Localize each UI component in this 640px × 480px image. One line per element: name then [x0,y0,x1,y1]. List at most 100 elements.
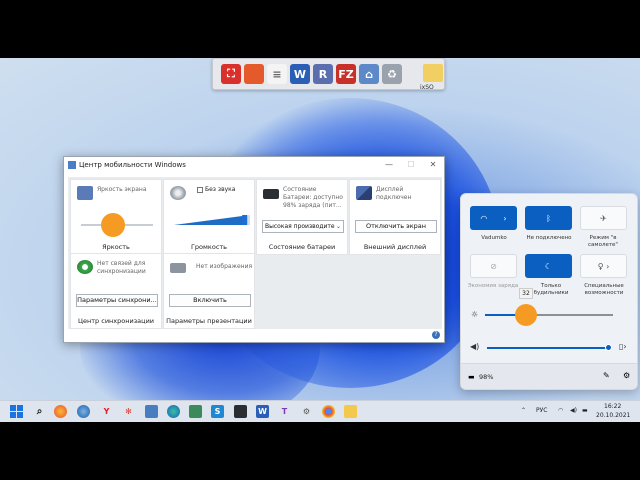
language-indicator[interactable]: РУС [536,407,547,414]
monitor-icon [77,186,93,200]
battery-saver-icon: ⊘ [490,261,497,271]
airplane-toggle[interactable]: ✈ [580,206,627,230]
enable-presentation-button[interactable]: Включить [169,294,251,307]
moon-icon: ☾ [544,261,553,271]
folder-label: ixSO [420,84,434,91]
skype-icon[interactable]: S [211,405,224,418]
wifi-toggle[interactable]: ◠ › [470,206,517,230]
projector-icon [170,263,186,273]
brightness-slider-thumb[interactable] [514,304,537,326]
external-display-icon [356,186,372,200]
wifi-icon: ◠ [480,213,488,223]
help-icon[interactable]: ? [432,331,440,339]
mobility-center-icon [68,160,76,169]
accessibility-label: Специальные возможности [584,283,624,296]
app-icon[interactable]: ✻ [122,405,135,418]
accessibility-toggle[interactable]: ♀ › [580,254,627,278]
screenshot-icon[interactable]: ⛶ [221,64,241,84]
volume-slider[interactable] [487,347,611,349]
presentation-tile: Нет изображения Включить Параметры презе… [163,253,255,329]
pin-icon[interactable]: T [278,405,291,418]
brightness-tile: Яркость экрана Яркость [70,179,162,255]
brightness-caption: Яркость [102,243,130,251]
settings-app-icon[interactable]: ⚙ [300,405,313,418]
wifi-label: Vadumko [481,235,507,241]
chevron-down-icon: ⌄ [335,223,341,230]
presentation-header: Нет изображения [196,263,253,270]
mute-label: Без звука [205,186,236,193]
speaker-icon [170,186,186,200]
power-plan-select[interactable]: Высокая производите ⌄ [262,220,344,233]
minimize-button[interactable]: — [378,160,400,169]
mute-checkbox[interactable]: Без звука [197,186,235,194]
word-icon[interactable]: W [256,405,269,418]
firefox-icon[interactable] [54,405,67,418]
battery-saver-toggle[interactable]: ⊘ [470,254,517,278]
brightness-tooltip: 32 [518,288,533,299]
calculator-icon[interactable] [145,405,158,418]
battery-icon: ▬ [468,373,475,381]
brightness-header: Яркость экрана [97,186,147,193]
folder-icon[interactable] [423,64,443,82]
search-icon[interactable]: ⌕ [33,405,46,418]
taskbar: ⌕ Y ✻ S W T ⚙ ⌃ РУС ◠ ◀) ▬ 16:22 20.10.2… [0,400,640,422]
battery-icon[interactable]: ▬ [582,407,588,414]
recycle-bin-icon[interactable]: ♻ [382,64,402,84]
display-tile: Дисплей подключен Отключить экран Внешни… [349,179,441,255]
speaker-icon[interactable]: ◀) [470,342,479,351]
mobility-tiles: Яркость экрана Яркость Без звука Громкос… [68,177,442,329]
brightness-slider[interactable] [485,314,613,316]
chevron-right-icon[interactable]: › [503,214,506,223]
chrome-icon[interactable] [322,405,335,418]
edge-icon[interactable] [167,405,180,418]
volume-tile: Без звука Громкость [163,179,255,255]
explorer-icon[interactable] [344,405,357,418]
battery-icon [263,189,279,199]
clock-time[interactable]: 16:22 [604,403,621,410]
volume-slider[interactable] [174,215,250,225]
battery-tile: Состояние Батареи: доступно 98% заряда (… [256,179,348,255]
sun-icon: ☼ [471,310,479,319]
wifi-icon[interactable]: ◠ [558,407,563,414]
battery-header: Состояние Батареи: доступно 98% заряда (… [283,186,343,209]
window-title: Центр мобильности Windows [79,160,186,169]
sync-settings-button[interactable]: Параметры синхрони... [76,294,158,307]
filezilla-icon[interactable]: FZ [336,64,356,84]
sync-header: Нет связей для синхронизации [97,260,146,275]
volume-caption: Громкость [190,243,228,251]
desktop: ⛶ ≡ W R FZ ⌂ ♻ ixSO Центр мобильности Windows … [0,58,640,422]
gear-icon[interactable]: ⚙ [623,371,630,380]
close-button[interactable]: ✕ [422,160,444,169]
document-icon[interactable]: ≡ [267,64,287,84]
paint-icon[interactable] [244,64,264,84]
yandex-icon[interactable]: Y [100,405,113,418]
map-icon[interactable] [189,405,202,418]
accessibility-icon: ♀ › [597,261,610,271]
browser-icon[interactable] [77,405,90,418]
home-icon[interactable]: ⌂ [359,64,379,84]
brightness-slider-thumb[interactable] [101,213,126,237]
sync-tile: Нет связей для синхронизации Параметры с… [70,253,162,329]
chevron-up-icon[interactable]: ⌃ [521,407,526,414]
mobility-center-window: Центр мобильности Windows — ☐ ✕ Яркость … [63,156,445,343]
quick-settings-footer: ▬ 98% ✎ ⚙ [461,363,637,389]
disconnect-display-button[interactable]: Отключить экран [355,220,437,233]
bluetooth-toggle[interactable]: ᛒ [525,206,572,230]
display-header: Дисплей подключен [376,186,412,201]
volume-slider-thumb[interactable] [604,344,612,351]
battery-caption: Состояние батареи [268,243,336,251]
display-caption: Внешний дисплей [363,243,427,251]
clock-date[interactable]: 20.10.2021 [596,412,630,419]
edit-icon[interactable]: ✎ [603,371,610,380]
app-r-icon[interactable]: R [313,64,333,84]
battery-percent: 98% [479,373,494,381]
maximize-button[interactable]: ☐ [400,160,422,169]
word-icon[interactable]: W [290,64,310,84]
battery-saver-label: Экономия заряда [467,283,519,289]
speaker-icon[interactable]: ◀) [570,407,577,414]
focus-assist-toggle[interactable]: ☾ [525,254,572,278]
audio-output-icon[interactable]: ▯› [619,342,627,351]
start-icon[interactable] [10,405,23,418]
calculator-app-icon[interactable] [234,405,247,418]
quick-settings-panel: ◠ › Vadumko ᛒ Не подключено ✈ Режим "в са… [460,193,638,390]
